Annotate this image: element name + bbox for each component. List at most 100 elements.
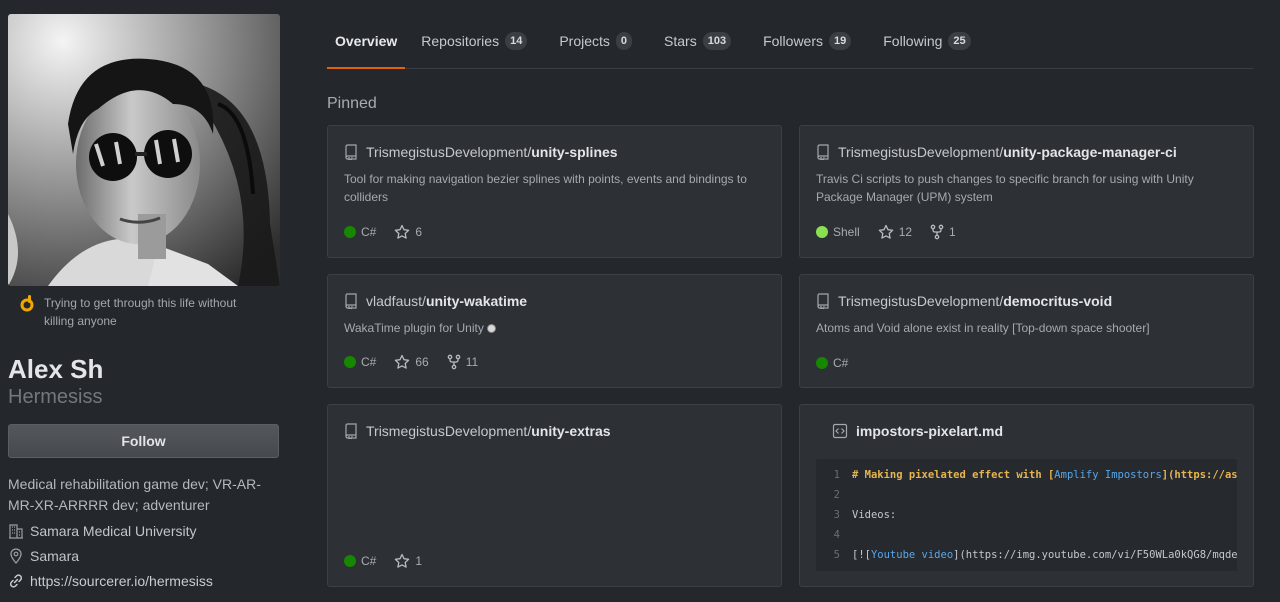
repo-name: unity-extras <box>531 423 611 439</box>
status-text: Trying to get through this life without … <box>44 296 237 328</box>
tab-counter: 103 <box>702 32 732 50</box>
code-line: 1 # Making pixelated effect with [Amplify… <box>816 465 1237 485</box>
card-header[interactable]: TrismegistusDevelopment/unity-splines <box>344 142 765 162</box>
stars-count: 12 <box>898 225 913 239</box>
repo-stars[interactable]: 12 <box>878 224 912 240</box>
language-label: C# <box>361 355 377 369</box>
tab-label: Repositories <box>421 33 500 49</box>
repo-owner: vladfaust/ <box>366 293 426 309</box>
location-text: Samara <box>30 547 80 564</box>
pinned-card: TrismegistusDevelopment/unity-splines To… <box>327 125 782 258</box>
tab-counter: 0 <box>615 32 633 50</box>
repo-stars[interactable]: 1 <box>394 553 422 569</box>
repo-meta: C# 1 <box>344 553 422 569</box>
profile-sidebar: Trying to get through this life without … <box>8 14 280 591</box>
profile-website: https://sourcerer.io/hermesiss <box>8 570 280 591</box>
repo-name: unity-wakatime <box>425 293 528 309</box>
code-token: Videos: <box>852 509 897 521</box>
repo-stars[interactable]: 6 <box>394 224 422 240</box>
language-color-dot <box>344 226 356 238</box>
tab-counter: 25 <box>948 32 971 50</box>
card-header[interactable]: vladfaust/unity-wakatime <box>344 291 765 311</box>
organization-icon <box>9 523 23 539</box>
fork-icon <box>447 354 461 370</box>
pinned-card: TrismegistusDevelopment/unity-package-ma… <box>799 125 1254 258</box>
language-label: C# <box>361 225 377 239</box>
code-token: ](https://as <box>1161 469 1237 481</box>
tab-repositories[interactable]: Repositories 14 <box>413 14 535 68</box>
repo-name: unity-package-manager-ci <box>1003 144 1177 160</box>
line-number: 2 <box>833 489 840 501</box>
location-icon <box>10 547 22 564</box>
repo-description: Travis Ci scripts to push changes to spe… <box>816 172 1194 204</box>
repo-meta: Shell 12 1 <box>816 224 956 240</box>
repo-language: C# <box>344 225 376 239</box>
repo-owner: TrismegistusDevelopment/ <box>366 144 532 160</box>
avatar[interactable] <box>8 14 280 286</box>
gist-header[interactable]: impostors-pixelart.md <box>816 421 1237 441</box>
repo-owner: TrismegistusDevelopment/ <box>838 144 1004 160</box>
repo-owner: TrismegistusDevelopment/ <box>838 293 1004 309</box>
timer-emoji-icon <box>487 324 497 333</box>
code-line: 5 [![Youtube video](https://img.youtube.c… <box>816 545 1237 565</box>
tab-stars[interactable]: Stars 103 <box>656 14 739 68</box>
gist-filename: impostors-pixelart.md <box>856 423 1004 439</box>
pinned-gist-card: impostors-pixelart.md 1 # Making pixelate… <box>799 404 1254 587</box>
repo-icon <box>345 144 357 160</box>
code-line: 4 <box>816 525 1237 545</box>
repo-forks[interactable]: 1 <box>930 224 956 240</box>
forks-count: 11 <box>465 355 479 369</box>
repo-name: unity-splines <box>531 144 618 160</box>
ok-hand-emoji-icon <box>20 295 34 312</box>
repo-stars[interactable]: 66 <box>394 354 429 370</box>
tab-projects[interactable]: Projects 0 <box>551 14 640 68</box>
gist-code-preview[interactable]: 1 # Making pixelated effect with [Amplify… <box>816 459 1237 571</box>
repo-language: C# <box>344 355 376 369</box>
tab-following[interactable]: Following 25 <box>875 14 978 68</box>
line-number: 3 <box>833 509 840 521</box>
language-color-dot <box>816 226 828 238</box>
code-token: Amplify Impostors <box>1054 469 1162 481</box>
profile-name: Alex Sh <box>8 354 104 384</box>
star-icon <box>395 224 410 239</box>
profile-bio: Medical rehabilitation game dev; VR-AR-M… <box>8 476 261 513</box>
code-line: 2 <box>816 485 1237 505</box>
repo-icon <box>345 423 357 439</box>
link-icon <box>9 573 23 588</box>
pinned-card: TrismegistusDevelopment/democritus-void … <box>799 274 1254 388</box>
tab-overview[interactable]: Overview <box>327 14 406 69</box>
repo-language: C# <box>816 356 848 370</box>
language-label: C# <box>833 356 849 370</box>
user-status: Trying to get through this life without … <box>8 286 280 330</box>
forks-count: 1 <box>949 225 956 239</box>
tab-label: Following <box>883 33 943 49</box>
language-color-dot <box>344 555 356 567</box>
tab-label: Followers <box>763 33 823 49</box>
tab-followers[interactable]: Followers 19 <box>755 14 859 68</box>
repo-description: WakaTime plugin for Unity <box>344 319 754 337</box>
repo-name: democritus-void <box>1003 293 1113 309</box>
stars-count: 66 <box>415 355 429 369</box>
repo-icon <box>817 144 829 160</box>
repo-language: Shell <box>816 225 860 239</box>
card-header[interactable]: TrismegistusDevelopment/unity-package-ma… <box>816 142 1237 162</box>
repo-language: C# <box>344 554 376 568</box>
code-token: ](https://img.youtube.com/vi/F50WLa0kQG8… <box>953 549 1237 561</box>
card-header[interactable]: TrismegistusDevelopment/unity-extras <box>344 421 765 441</box>
card-header[interactable]: TrismegistusDevelopment/democritus-void <box>816 291 1237 311</box>
line-number: 5 <box>833 549 840 561</box>
website-link[interactable]: https://sourcerer.io/hermesiss <box>30 573 213 589</box>
pinned-card: TrismegistusDevelopment/unity-extras C# … <box>327 404 782 587</box>
tab-counter: 19 <box>829 32 852 50</box>
fork-icon <box>930 224 944 240</box>
star-icon <box>878 224 893 239</box>
repo-forks[interactable]: 11 <box>447 354 478 370</box>
language-label: Shell <box>833 225 860 239</box>
repo-meta: C# 66 11 <box>344 354 478 370</box>
repo-icon <box>345 293 357 309</box>
tab-label: Overview <box>335 33 398 49</box>
line-number: 4 <box>833 529 840 541</box>
follow-button[interactable]: Follow <box>8 424 279 458</box>
profile-location: Samara <box>8 545 280 566</box>
company-text: Samara Medical University <box>30 522 197 539</box>
